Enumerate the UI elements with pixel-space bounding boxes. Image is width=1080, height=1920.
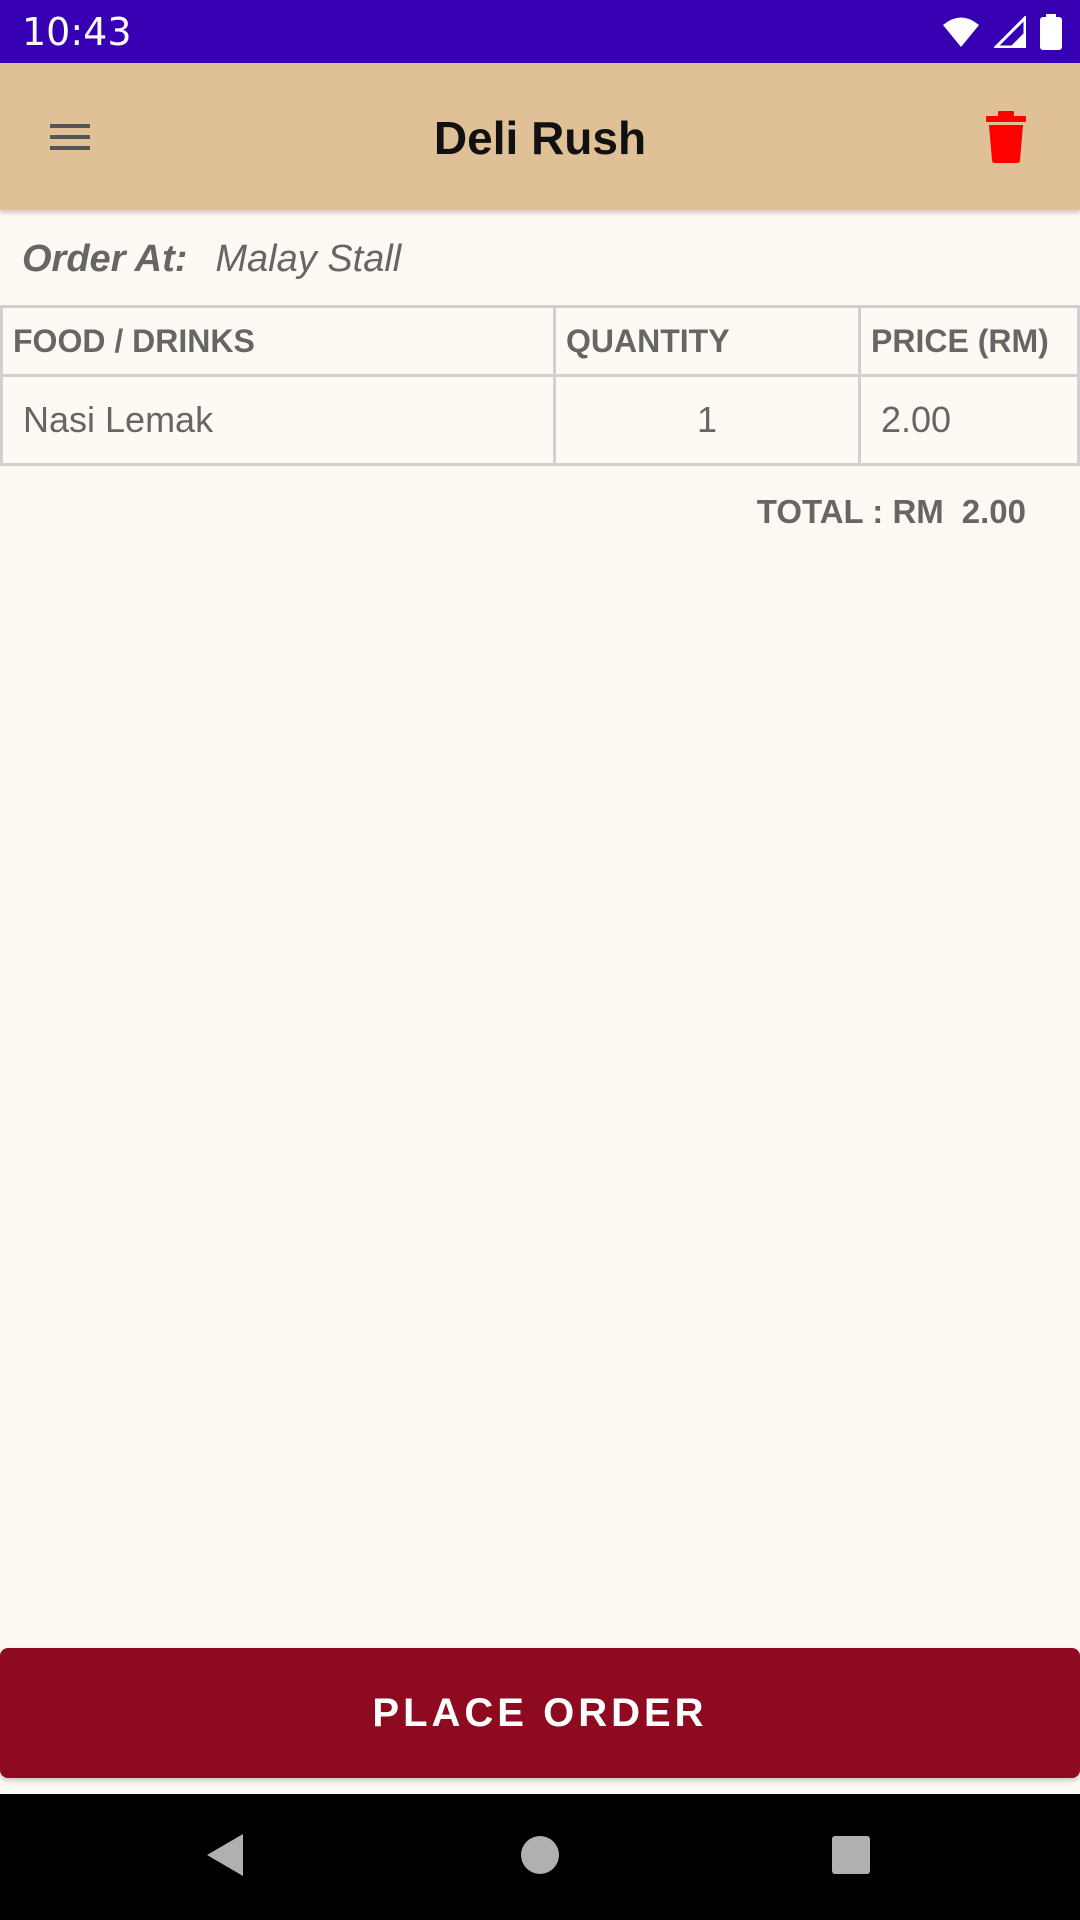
home-icon[interactable] [520, 1832, 560, 1878]
delete-order-button[interactable] [986, 111, 1026, 163]
header-price: PRICE (RM) [858, 305, 1080, 377]
navigation-bar [0, 1794, 1080, 1920]
battery-icon [1040, 14, 1062, 50]
status-bar: 10:43 [0, 0, 1080, 63]
app-title: Deli Rush [433, 112, 647, 164]
header-quantity: QUANTITY [553, 305, 861, 377]
app-bar: Deli Rush [0, 63, 1080, 210]
status-icons [942, 12, 1062, 52]
wifi-icon [943, 17, 979, 47]
item-quantity-cell: 1 [553, 374, 861, 466]
order-total: TOTAL : RM 2.00 [757, 492, 1026, 532]
item-price-cell: 2.00 [858, 374, 1080, 466]
recents-icon[interactable] [831, 1832, 871, 1878]
item-name-cell: Nasi Lemak [0, 374, 556, 466]
place-order-button[interactable]: PLACE ORDER [0, 1648, 1080, 1778]
order-at-label: Order At: [22, 238, 188, 280]
trash-icon [986, 111, 1026, 163]
status-time: 10:43 [22, 10, 132, 54]
table-row: Nasi Lemak 1 2.00 [0, 374, 1080, 466]
order-location: Order At: Malay Stall [22, 236, 401, 282]
stall-name: Malay Stall [215, 238, 402, 280]
back-icon[interactable] [205, 1832, 245, 1878]
order-table: FOOD / DRINKS QUANTITY PRICE (RM) Nasi L… [0, 305, 1080, 466]
cellular-signal-icon [994, 16, 1026, 48]
header-food-drinks: FOOD / DRINKS [0, 305, 556, 377]
total-amount: 2.00 [961, 493, 1026, 530]
total-label: TOTAL : RM [756, 493, 944, 530]
table-header-row: FOOD / DRINKS QUANTITY PRICE (RM) [0, 305, 1080, 377]
